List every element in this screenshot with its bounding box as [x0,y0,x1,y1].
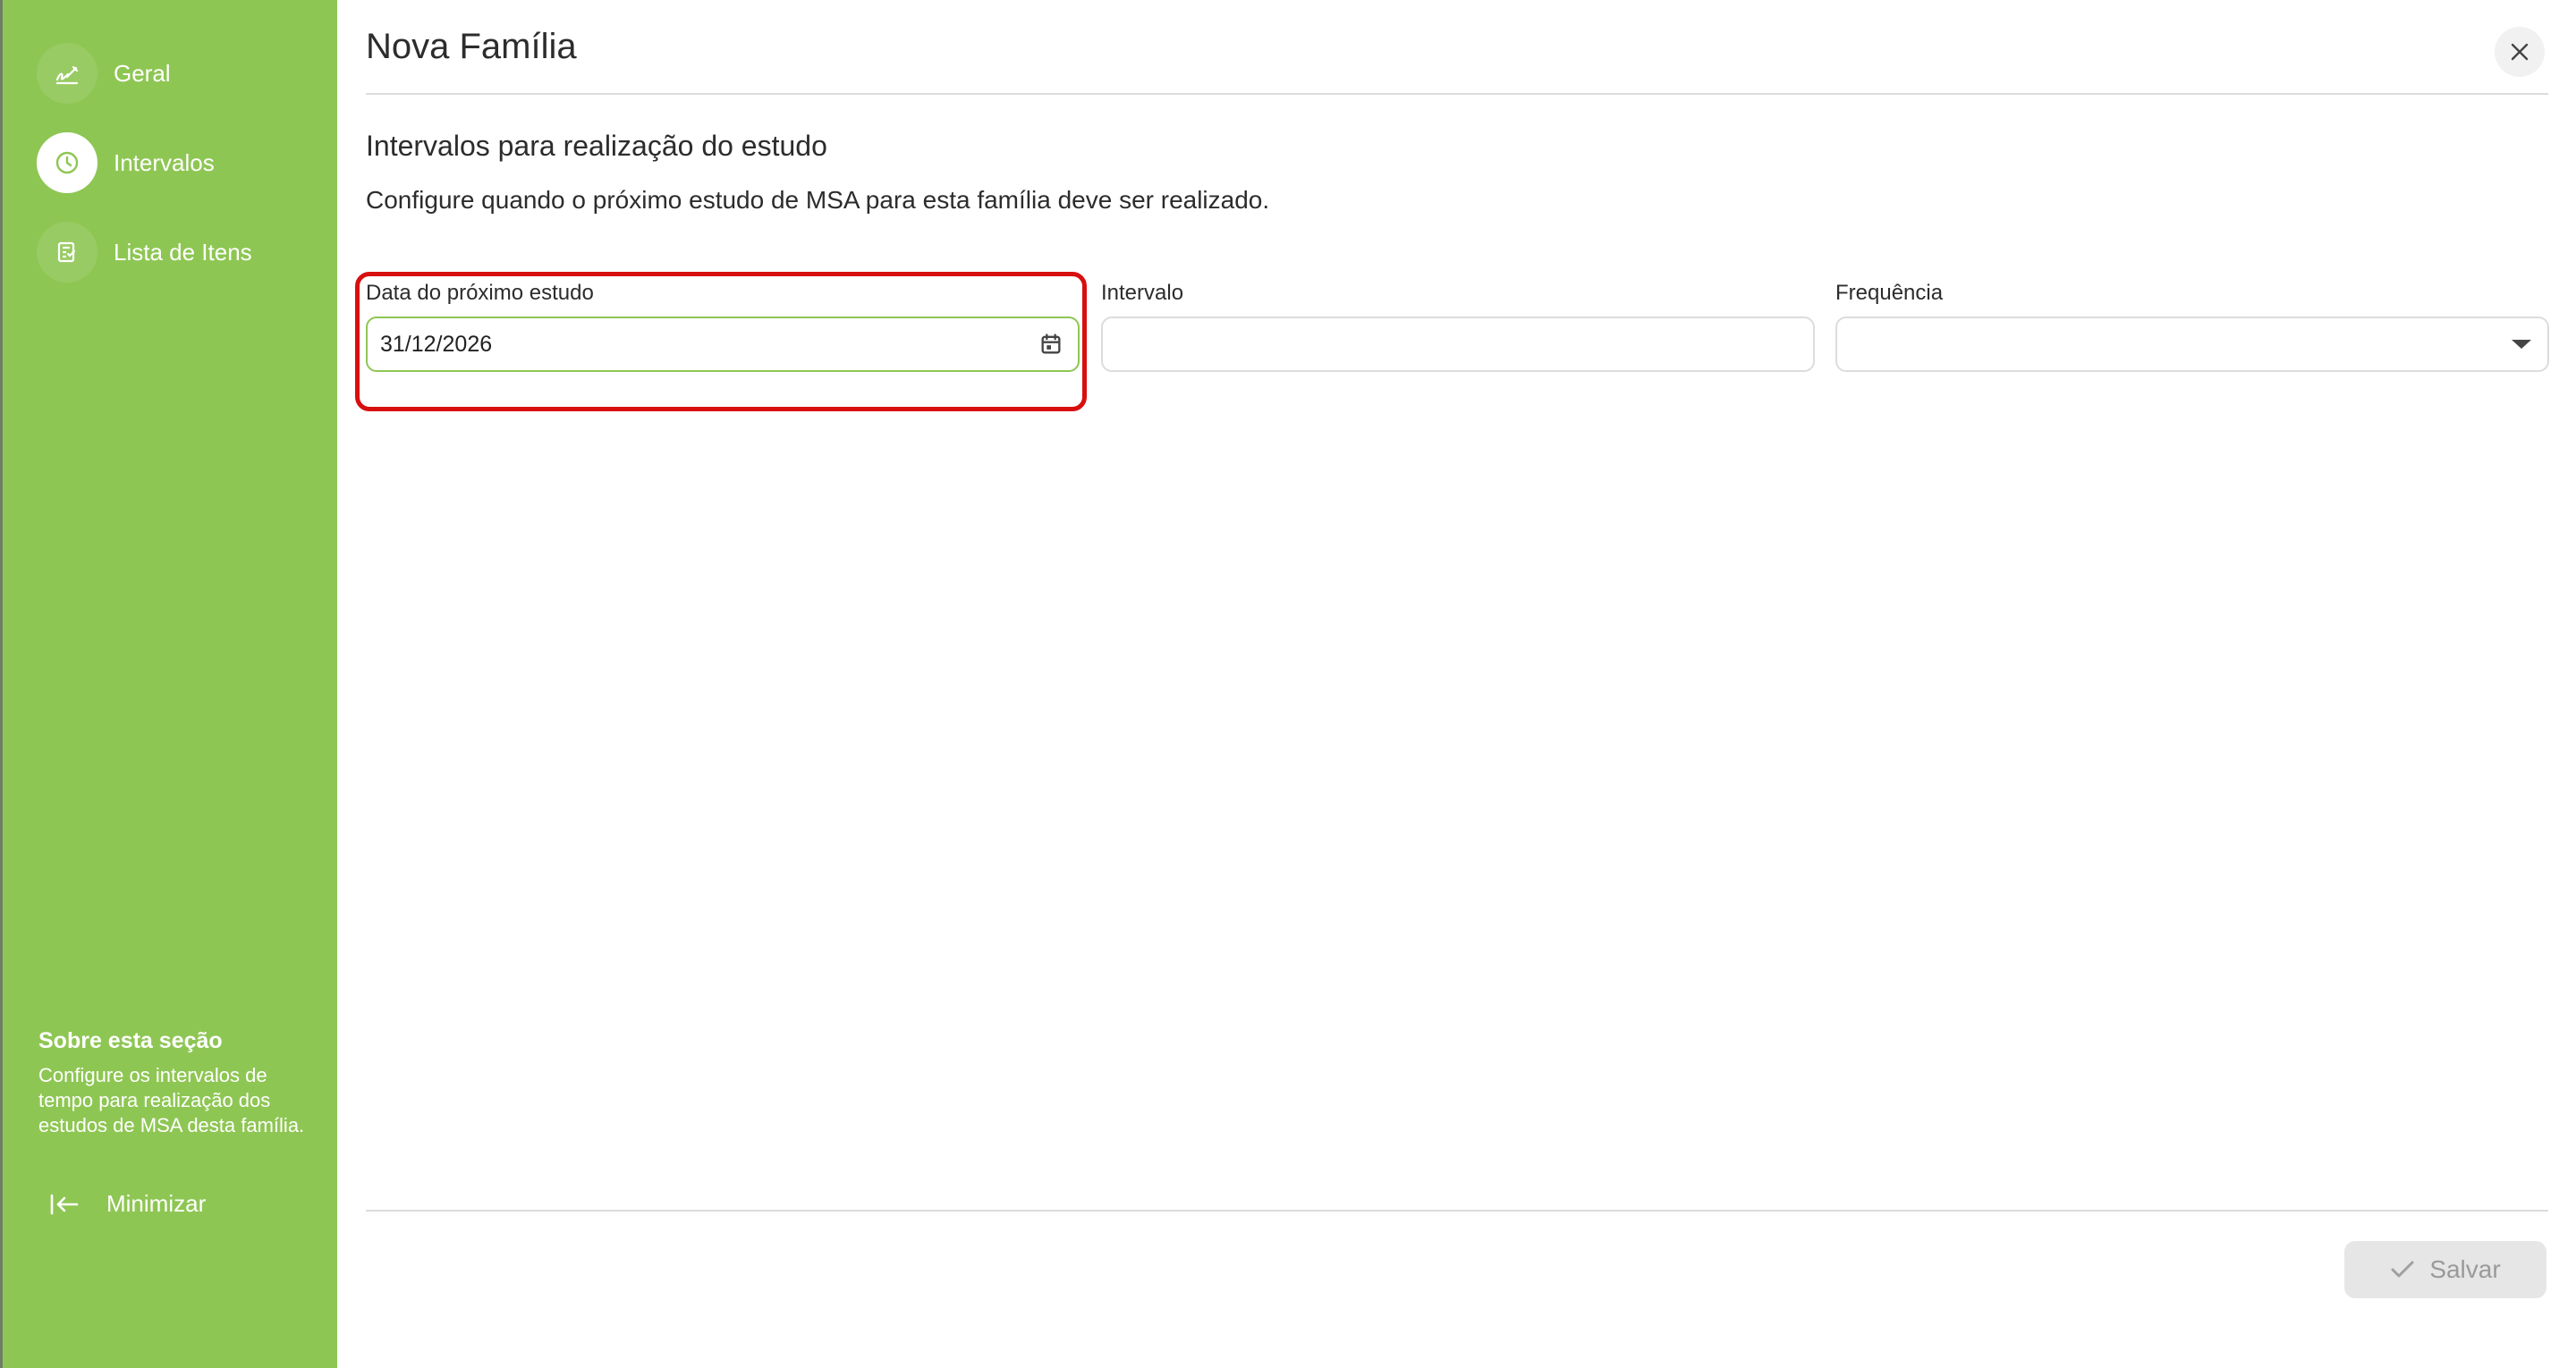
sidebar-item-label: Geral [114,59,171,87]
app-window: Geral Intervalos Lista de Itens Sobre es… [0,0,2576,1368]
interval-field: Intervalo [1101,281,1815,372]
minimize-label: Minimizar [106,1190,207,1217]
next-study-date-label: Data do próximo estudo [366,281,594,305]
main-panel: Nova Família Intervalos para realização … [337,0,2576,1368]
close-button[interactable] [2495,27,2545,77]
about-title: Sobre esta seção [38,1028,223,1053]
close-icon [2509,41,2530,63]
chevron-down-icon [2510,338,2533,350]
next-study-date-input[interactable] [368,318,1008,370]
section-description: Configure quando o próximo estudo de MSA… [366,186,1270,214]
interval-box [1101,317,1815,372]
interval-label: Intervalo [1101,281,1184,305]
sidebar-item-intervalos[interactable]: Intervalos [37,132,215,193]
sidebar-item-label: Lista de Itens [114,238,252,266]
next-study-date-field: Data do próximo estudo [366,281,1080,372]
next-study-date-box [366,317,1080,372]
list-icon [37,222,97,283]
page-title: Nova Família [366,27,577,66]
frequency-label: Frequência [1835,281,1944,305]
clock-icon [37,132,97,193]
about-section: Sobre esta seção Configure os intervalos… [38,1028,307,1138]
frequency-select[interactable] [1835,317,2549,372]
sidebar-item-lista-de-itens[interactable]: Lista de Itens [37,222,252,283]
frequency-field: Frequência [1835,281,2549,372]
signature-icon [37,43,97,104]
calendar-icon[interactable] [1038,332,1063,357]
save-button[interactable]: Salvar [2344,1241,2546,1298]
frequency-value [1837,319,2476,369]
about-text: Configure os intervalos de tempo para re… [38,1064,305,1136]
header-divider [366,93,2548,95]
minimize-button[interactable]: Minimizar [49,1190,206,1218]
save-label: Salvar [2429,1255,2501,1283]
sidebar-item-geral[interactable]: Geral [37,43,171,104]
interval-input[interactable] [1103,318,1743,370]
collapse-arrow-icon [49,1193,80,1216]
footer-divider [366,1210,2548,1212]
sidebar: Geral Intervalos Lista de Itens Sobre es… [0,0,337,1368]
section-title: Intervalos para realização do estudo [366,130,827,162]
sidebar-item-label: Intervalos [114,148,215,176]
check-icon [2391,1261,2414,1278]
